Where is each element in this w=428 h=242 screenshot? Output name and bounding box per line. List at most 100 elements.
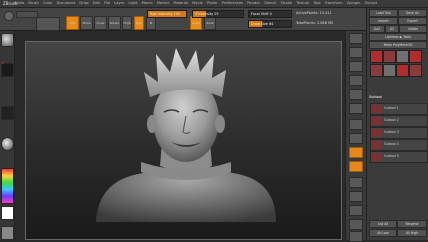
tool-thumb-3[interactable] xyxy=(396,50,409,63)
rename-button[interactable]: Rename xyxy=(397,220,427,228)
menu-item-brush[interactable]: Brush xyxy=(28,1,38,5)
scroll-icon[interactable] xyxy=(349,61,363,72)
polyf-icon[interactable] xyxy=(349,231,363,242)
subtool-thumb xyxy=(372,141,382,149)
menu-item-file[interactable]: File xyxy=(104,1,110,5)
subtool-item[interactable]: Subtool 1 xyxy=(370,103,428,115)
active-points-readout: ActivePoints: 15,411 xyxy=(296,11,332,15)
subtool-name: Subtool 3 xyxy=(384,130,399,134)
tool-thumb-4[interactable] xyxy=(409,50,422,63)
visible-button[interactable]: Visible xyxy=(399,25,427,33)
menu-item-marker[interactable]: Marker xyxy=(157,1,169,5)
move-button[interactable]: Move xyxy=(80,16,93,30)
menu-list: Alpha Brush Color Document Draw Edit Fil… xyxy=(14,1,377,5)
lightbox-tools-button[interactable]: Lightbox ▶ Tools xyxy=(369,33,427,41)
all-button[interactable]: All xyxy=(385,25,399,33)
main-color-swatch[interactable] xyxy=(1,206,14,220)
tool-thumb-6[interactable] xyxy=(383,64,396,77)
tool-thumb-8[interactable] xyxy=(409,64,422,77)
top-toolbar: Edit Move Scale Rotate Mrgb Rgb M Zadd Z… xyxy=(0,8,428,31)
m-button[interactable]: M xyxy=(146,16,156,30)
export-button[interactable]: Export xyxy=(398,17,427,25)
material-icon[interactable] xyxy=(1,137,14,151)
focal-shift-label: Focal Shift 0 xyxy=(251,12,272,16)
save-as-button[interactable]: Save As xyxy=(398,9,427,17)
menu-item-layer[interactable]: Layer xyxy=(114,1,124,5)
tool-thumb-7[interactable] xyxy=(396,64,409,77)
floor-icon[interactable] xyxy=(349,133,363,144)
menu-item-zplugin[interactable]: Zplugin xyxy=(347,1,361,5)
edit-button[interactable]: Edit xyxy=(66,16,79,30)
menu-item-zscript[interactable]: Zscript xyxy=(365,1,377,5)
menu-item-render[interactable]: Render xyxy=(247,1,260,5)
color-picker[interactable] xyxy=(1,168,14,204)
menu-item-light[interactable]: Light xyxy=(129,1,138,5)
subtool-name: Subtool 4 xyxy=(384,142,399,146)
goz-button[interactable]: GoZ xyxy=(369,25,385,33)
focal-shift-slider[interactable]: Focal Shift 0 xyxy=(248,10,292,18)
subtool-name: Subtool 1 xyxy=(384,106,399,110)
move-icon[interactable] xyxy=(349,191,363,202)
menu-item-macro[interactable]: Macro xyxy=(142,1,153,5)
aahalf-icon[interactable] xyxy=(349,103,363,114)
subtool-thumb xyxy=(372,153,382,161)
menu-item-preferences[interactable]: Preferences xyxy=(222,1,243,5)
menu-item-texture[interactable]: Texture xyxy=(296,1,309,5)
tool-thumb-2[interactable] xyxy=(383,50,396,63)
brush-icon[interactable] xyxy=(1,33,14,47)
subtool-item[interactable]: Subtool 3 xyxy=(370,127,428,139)
texture-icon[interactable] xyxy=(1,226,14,240)
tool-thumb-5[interactable] xyxy=(370,64,383,77)
subtool-item[interactable]: Subtool 2 xyxy=(370,115,428,127)
document-canvas[interactable] xyxy=(25,41,342,240)
menu-item-alpha[interactable]: Alpha xyxy=(14,1,24,5)
load-tool-button[interactable]: Load Tool xyxy=(369,9,398,17)
menu-item-color[interactable]: Color xyxy=(43,1,52,5)
alpha-icon[interactable] xyxy=(1,106,14,120)
z-intensity-slider[interactable]: Z Intensity 25 xyxy=(192,10,244,18)
actual-icon[interactable] xyxy=(349,89,363,100)
subtool-item[interactable]: Subtool 4 xyxy=(370,139,428,151)
subtool-header[interactable]: Subtool xyxy=(369,94,427,100)
zsub-button[interactable]: Zsub xyxy=(204,16,216,30)
xyz-icon[interactable] xyxy=(349,161,363,172)
frame-icon[interactable] xyxy=(349,177,363,188)
mrgb-button[interactable]: Mrgb xyxy=(122,16,132,30)
lightbox-button[interactable] xyxy=(16,11,38,18)
menu-item-material[interactable]: Material xyxy=(173,1,188,5)
persp-icon[interactable] xyxy=(349,119,363,130)
quicksketch-button[interactable] xyxy=(36,17,60,31)
right-tool-strip xyxy=(345,31,366,242)
all-high-button[interactable]: All High xyxy=(397,229,427,237)
menu-item-edit[interactable]: Edit xyxy=(93,1,100,5)
all-low-button[interactable]: All Low xyxy=(369,229,397,237)
tool-thumb-1[interactable] xyxy=(370,50,383,63)
scale-button[interactable]: Scale xyxy=(94,16,107,30)
draw-size-slider[interactable]: Draw Size 64 xyxy=(248,20,292,28)
make-polymesh-button[interactable]: Make PolyMesh3D xyxy=(369,41,427,49)
menu-item-document[interactable]: Document xyxy=(57,1,76,5)
zoom-icon[interactable] xyxy=(349,75,363,86)
rgb-intensity-slider[interactable]: Rgb Intensity 100 xyxy=(147,10,187,18)
rotate-button[interactable]: Rotate xyxy=(108,16,121,30)
rotate-icon[interactable] xyxy=(349,219,363,230)
menu-item-stroke[interactable]: Stroke xyxy=(281,1,292,5)
spix-icon[interactable] xyxy=(349,47,363,58)
menu-bar: ZBrush Alpha Brush Color Document Draw E… xyxy=(0,0,428,8)
menu-item-picker[interactable]: Picker xyxy=(207,1,218,5)
local-icon[interactable] xyxy=(349,147,363,158)
import-button[interactable]: Import xyxy=(369,17,398,25)
rgb-button[interactable]: Rgb xyxy=(134,16,144,30)
scale-icon[interactable] xyxy=(349,205,363,216)
menu-item-tool[interactable]: Tool xyxy=(314,1,321,5)
bpr-icon[interactable] xyxy=(349,33,363,44)
menu-item-draw[interactable]: Draw xyxy=(79,1,88,5)
gear-icon[interactable] xyxy=(4,11,14,21)
subtool-item[interactable]: Subtool 5 xyxy=(370,151,428,163)
menu-item-movie[interactable]: Movie xyxy=(192,1,203,5)
zadd-button[interactable]: Zadd xyxy=(190,16,202,30)
menu-item-transform[interactable]: Transform xyxy=(325,1,343,5)
list-all-button[interactable]: List All xyxy=(369,220,397,228)
tool-palette: Load Tool Save As Import Export GoZ All … xyxy=(366,8,428,240)
menu-item-stencil[interactable]: Stencil xyxy=(264,1,276,5)
